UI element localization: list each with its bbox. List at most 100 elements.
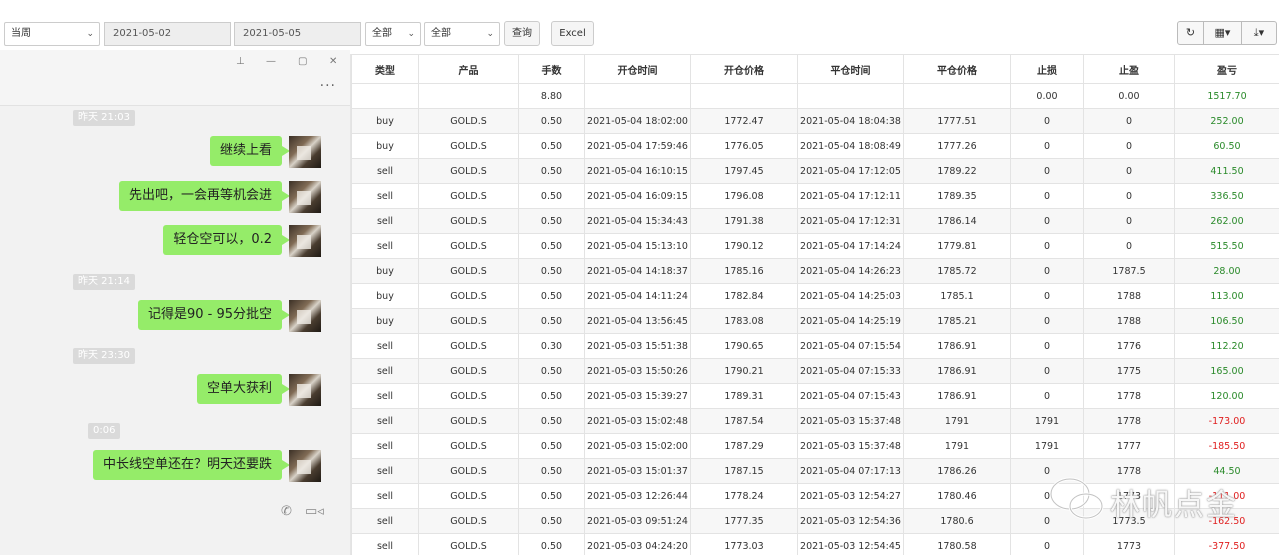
cell-profit: -377.50 [1174, 533, 1279, 555]
summary-row[interactable]: 8.80 0.00 0.00 1517.70 [351, 83, 1279, 109]
table-row[interactable]: sell GOLD.S 0.50 2021-05-03 15:01:37 1787.15… [351, 458, 1279, 484]
timestamp: 0:06 [88, 423, 121, 439]
video-call-icon[interactable]: ▭◃ [305, 504, 324, 519]
column-header-close-price[interactable]: 平仓价格 [903, 54, 1011, 84]
cell-type [351, 83, 419, 109]
column-header-take-profit[interactable]: 止盈 [1083, 54, 1175, 84]
maximize-icon[interactable]: ▢ [298, 56, 307, 67]
column-header-type[interactable]: 类型 [351, 54, 419, 84]
message-bubble[interactable]: 记得是90 - 95分批空 [137, 300, 291, 330]
avatar[interactable] [289, 136, 321, 168]
cell-open-price: 1772.47 [690, 108, 798, 134]
chevron-down-icon: ⌄ [486, 29, 494, 39]
cell-stop-loss: 0 [1010, 358, 1084, 384]
cell-profit: 515.50 [1174, 233, 1279, 259]
orders-table: 类型 产品 手数 开仓时间 开仓价格 平仓时间 平仓价格 止损 止盈 盈亏 8.… [351, 54, 1279, 555]
table-row[interactable]: buy GOLD.S 0.50 2021-05-04 14:18:37 1785.16 2… [351, 258, 1279, 284]
refresh-button[interactable]: ↻ [1177, 21, 1204, 45]
cell-stop-loss: 0 [1010, 158, 1084, 184]
cell-stop-loss: 0 [1010, 508, 1084, 534]
table-row[interactable]: sell GOLD.S 0.50 2021-05-03 15:39:27 1789.31… [351, 383, 1279, 409]
cell-lots: 0.50 [518, 308, 585, 334]
cell-profit: 112.20 [1174, 333, 1279, 359]
cell-take-profit: 0.00 [1083, 83, 1175, 109]
export-button[interactable]: ⤓▾ [1242, 21, 1277, 45]
pin-icon[interactable]: ⊥ [236, 56, 245, 67]
avatar[interactable] [289, 374, 321, 406]
column-header-lots[interactable]: 手数 [518, 54, 585, 84]
cell-open-price: 1773.03 [690, 533, 798, 555]
cell-lots: 0.50 [518, 433, 585, 459]
message-bubble[interactable]: 轻仓空可以，0.2 [163, 225, 290, 255]
cell-profit: 106.50 [1174, 308, 1279, 334]
more-options-icon[interactable]: ··· [320, 78, 336, 94]
cell-close-time: 2021-05-03 12:54:27 [797, 483, 904, 509]
period-select[interactable]: 当周 ⌄ [4, 22, 100, 46]
column-header-profit[interactable]: 盈亏 [1174, 54, 1279, 84]
message-bubble[interactable]: 先出吧，一会再等机会进 [118, 181, 291, 211]
filter-type-select[interactable]: 全部 ⌄ [365, 22, 421, 46]
table-row[interactable]: sell GOLD.S 0.50 2021-05-03 15:02:00 1787.29… [351, 433, 1279, 459]
query-button[interactable]: 查询 [504, 21, 540, 46]
cell-open-price: 1790.21 [690, 358, 798, 384]
columns-button[interactable]: ▦▾ [1204, 21, 1242, 45]
cell-open-price: 1797.45 [690, 158, 798, 184]
avatar[interactable] [289, 300, 321, 332]
date-to-field[interactable]: 2021-05-05 [234, 22, 361, 46]
column-header-close-time[interactable]: 平仓时间 [797, 54, 904, 84]
cell-lots: 0.30 [518, 333, 585, 359]
table-row[interactable]: sell GOLD.S 0.50 2021-05-03 15:50:26 1790.21… [351, 358, 1279, 384]
table-row[interactable]: buy GOLD.S 0.50 2021-05-04 13:56:45 1783.08 2… [351, 308, 1279, 334]
cell-product: GOLD.S [418, 283, 519, 309]
cell-type: sell [351, 208, 419, 234]
cell-close-time: 2021-05-04 14:26:23 [797, 258, 904, 284]
column-header-product[interactable]: 产品 [418, 54, 519, 84]
message-bubble[interactable]: 空单大获利 [196, 374, 291, 404]
column-header-stop-loss[interactable]: 止损 [1010, 54, 1084, 84]
cell-close-time: 2021-05-04 07:17:13 [797, 458, 904, 484]
table-row[interactable]: sell GOLD.S 0.50 2021-05-03 09:51:24 1777.35… [351, 508, 1279, 534]
table-row[interactable]: buy GOLD.S 0.50 2021-05-04 14:11:24 1782.84 2… [351, 283, 1279, 309]
avatar[interactable] [289, 450, 321, 482]
cell-product: GOLD.S [418, 408, 519, 434]
table-row[interactable]: buy GOLD.S 0.50 2021-05-04 17:59:46 1776.05 2… [351, 133, 1279, 159]
table-row[interactable]: sell GOLD.S 0.50 2021-05-03 04:24:20 1773.03… [351, 533, 1279, 555]
column-header-open-price[interactable]: 开仓价格 [690, 54, 798, 84]
cell-product [418, 83, 519, 109]
table-row[interactable]: sell GOLD.S 0.50 2021-05-04 15:34:43 1791.38… [351, 208, 1279, 234]
table-row[interactable]: sell GOLD.S 0.50 2021-05-04 16:10:15 1797.45… [351, 158, 1279, 184]
avatar[interactable] [289, 225, 321, 257]
cell-product: GOLD.S [418, 258, 519, 284]
table-row[interactable]: sell GOLD.S 0.50 2021-05-04 15:13:10 1790.12… [351, 233, 1279, 259]
table-row[interactable]: buy GOLD.S 0.50 2021-05-04 18:02:00 1772.47 2… [351, 108, 1279, 134]
cell-close-price: 1785.21 [903, 308, 1011, 334]
cell-open-price: 1782.84 [690, 283, 798, 309]
cell-stop-loss: 0 [1010, 333, 1084, 359]
minimize-icon[interactable]: — [266, 56, 276, 67]
cell-take-profit: 0 [1083, 133, 1175, 159]
table-row[interactable]: sell GOLD.S 0.50 2021-05-03 12:26:44 1778.24… [351, 483, 1279, 509]
message-bubble[interactable]: 中长线空单还在？明天还要跌 [92, 450, 291, 480]
message-bubble[interactable]: 继续上看 [209, 136, 291, 166]
cell-take-profit: 1773.5 [1083, 508, 1175, 534]
cell-close-time: 2021-05-03 15:37:48 [797, 408, 904, 434]
table-row[interactable]: sell GOLD.S 0.50 2021-05-03 15:02:48 1787.54… [351, 408, 1279, 434]
cell-take-profit: 1773 [1083, 533, 1175, 555]
date-from-value: 2021-05-02 [113, 28, 172, 39]
table-row[interactable]: sell GOLD.S 0.50 2021-05-04 16:09:15 1796.08… [351, 183, 1279, 209]
filter-product-select[interactable]: 全部 ⌄ [424, 22, 500, 46]
cell-close-price: 1779.81 [903, 233, 1011, 259]
grid-columns-icon: ▦▾ [1214, 26, 1231, 39]
cell-close-time: 2021-05-03 12:54:45 [797, 533, 904, 555]
table-row[interactable]: sell GOLD.S 0.30 2021-05-03 15:51:38 1790.65… [351, 333, 1279, 359]
close-icon[interactable]: ✕ [329, 56, 337, 67]
cell-product: GOLD.S [418, 183, 519, 209]
phone-call-icon[interactable]: ✆ [281, 504, 292, 519]
date-from-field[interactable]: 2021-05-02 [104, 22, 231, 46]
cell-stop-loss: 0.00 [1010, 83, 1084, 109]
excel-export-button[interactable]: Excel [551, 21, 594, 46]
cell-profit: 28.00 [1174, 258, 1279, 284]
avatar[interactable] [289, 181, 321, 213]
cell-type: sell [351, 533, 419, 555]
column-header-open-time[interactable]: 开仓时间 [584, 54, 691, 84]
